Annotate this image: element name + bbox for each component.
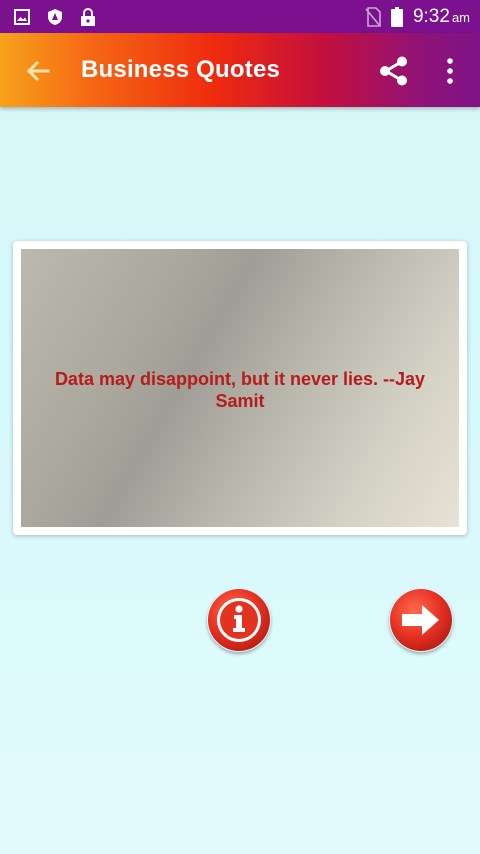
quote-card: Data may disappoint, but it never lies. … (13, 241, 467, 535)
info-button[interactable] (207, 588, 271, 652)
page-title: Business Quotes (81, 56, 281, 83)
status-bar: 9:32 am (0, 0, 480, 33)
lock-icon (81, 8, 95, 26)
status-left-icons (14, 8, 96, 26)
no-sim-icon (365, 7, 381, 27)
back-arrow-icon (26, 60, 50, 82)
quote-panel: Data may disappoint, but it never lies. … (21, 249, 459, 527)
share-icon (380, 56, 407, 86)
battery-icon (390, 7, 403, 27)
more-vert-icon (447, 58, 453, 84)
more-options-button[interactable] (440, 55, 460, 87)
shield-icon (48, 9, 62, 25)
clock-time: 9:32 (412, 6, 450, 27)
app-bar: Business Quotes (0, 33, 480, 107)
clock-ampm: am (451, 10, 470, 25)
info-icon (208, 589, 270, 651)
next-button[interactable] (389, 588, 453, 652)
status-right-icons: 9:32 am (365, 6, 470, 28)
back-button[interactable] (22, 55, 54, 87)
share-button[interactable] (376, 53, 412, 89)
quote-text: Data may disappoint, but it never lies. … (54, 369, 426, 411)
image-icon (14, 9, 30, 25)
status-time: 9:32 am (413, 6, 470, 28)
arrow-right-icon (390, 589, 452, 651)
